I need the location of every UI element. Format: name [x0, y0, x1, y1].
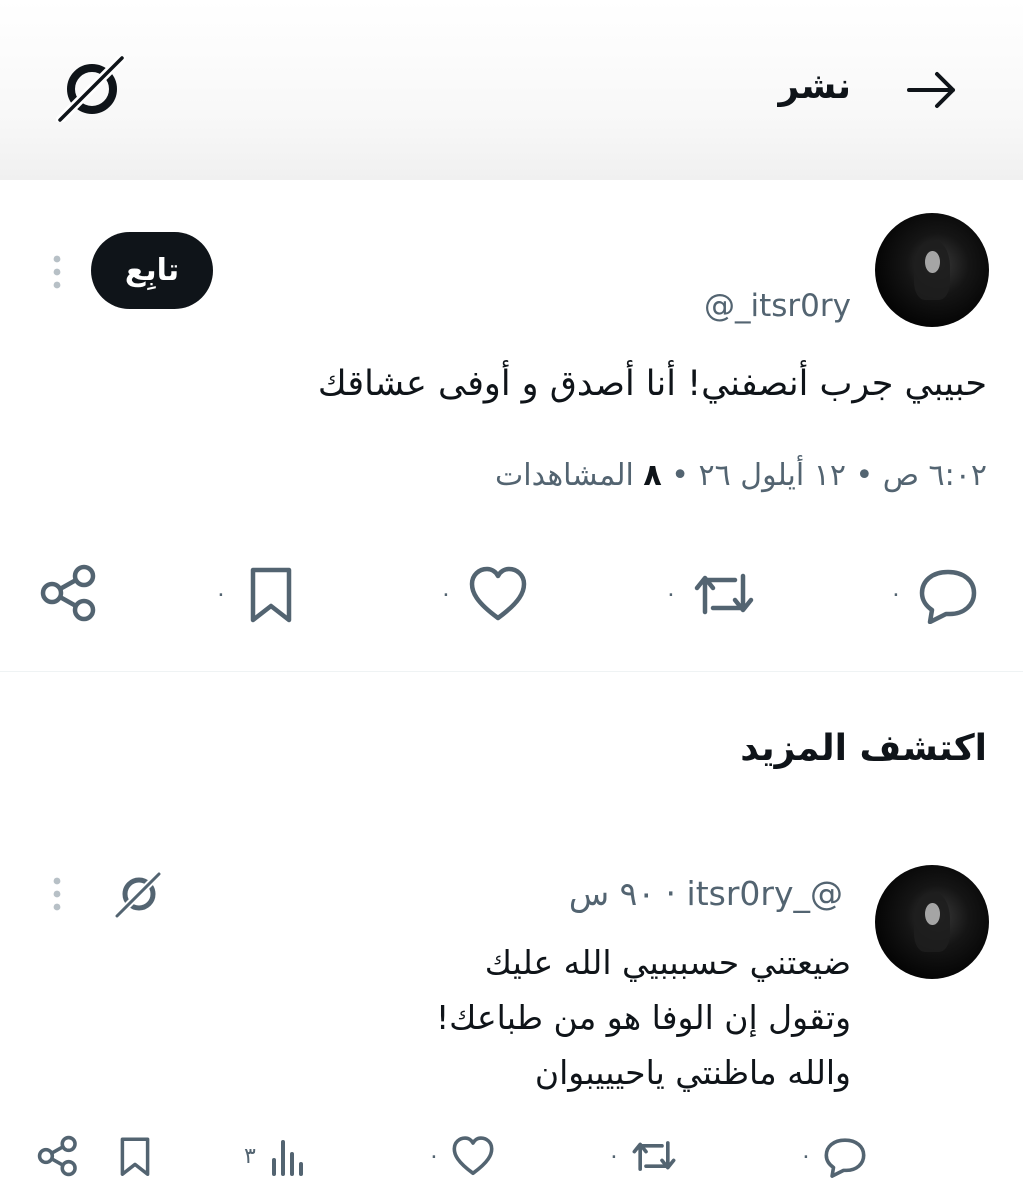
more-options-icon[interactable] — [50, 876, 64, 912]
share-action[interactable] — [38, 562, 100, 624]
post-actions: ٠ ٠ ٠ ٠ — [0, 560, 1023, 630]
repost-action[interactable]: ٠ — [665, 564, 757, 624]
author-handle[interactable]: @_itsr0ry — [704, 288, 851, 324]
reply-actions: ٠ ٠ ٠ ٣ — [0, 1128, 1023, 1188]
reply-icon — [919, 569, 977, 624]
bookmark-action[interactable]: ٠ — [215, 564, 301, 624]
share-action[interactable] — [36, 1134, 80, 1178]
like-action[interactable]: ٠ — [428, 1134, 496, 1178]
grok-icon[interactable] — [56, 56, 126, 122]
reply-text: ضيعتني حسبببيي الله عليك وتقول إن الوفا … — [151, 935, 851, 1100]
like-count: ٠ — [428, 1143, 440, 1169]
reply-line: والله ماظنتي ياحيييبوان — [534, 1053, 851, 1092]
avatar-face — [925, 902, 940, 926]
views-count: ٣ — [244, 1143, 256, 1169]
grok-icon[interactable] — [113, 870, 163, 918]
like-count: ٠ — [440, 581, 452, 607]
more-options-icon[interactable] — [50, 254, 64, 290]
divider — [0, 671, 1023, 672]
page-title: نشر — [778, 66, 851, 107]
follow-button[interactable]: تابِع — [91, 232, 213, 309]
avatar[interactable] — [875, 865, 989, 979]
reply-count: ٠ — [890, 581, 902, 607]
views-count: ٨ — [643, 458, 662, 493]
repost-action[interactable]: ٠ — [608, 1134, 678, 1178]
bookmark-action[interactable] — [114, 1134, 156, 1178]
reply-action[interactable]: ٠ — [800, 1134, 868, 1178]
like-action[interactable]: ٠ — [440, 564, 530, 624]
bookmark-count: ٠ — [215, 581, 227, 607]
bookmark-icon — [120, 1137, 150, 1176]
reply-line: وتقول إن الوفا هو من طباعك! — [435, 998, 851, 1037]
reply-handle-line[interactable]: @_itsr0ry · ٩٠ س — [569, 874, 843, 913]
heart-icon — [452, 1136, 494, 1176]
discover-more-heading: اكتشف المزيد — [740, 728, 987, 769]
reply-icon — [824, 1138, 866, 1178]
reply-count: ٠ — [800, 1143, 812, 1169]
reply-line: ضيعتني حسبببيي الله عليك — [484, 943, 851, 982]
views-label: المشاهدات — [495, 458, 634, 493]
repost-count: ٠ — [665, 581, 677, 607]
share-icon — [37, 1135, 77, 1177]
post-meta: ٦:٠٢ ص • ١٢ أيلول ٢٦ • ٨ المشاهدات — [87, 458, 987, 493]
arrow-right-icon[interactable] — [905, 70, 959, 110]
repost-icon — [632, 1141, 676, 1171]
views-icon — [271, 1140, 303, 1176]
post-timestamp: ٦:٠٢ ص • ١٢ أيلول ٢٦ • — [671, 458, 987, 493]
avatar[interactable] — [875, 213, 989, 327]
share-icon — [40, 564, 96, 622]
reply-action[interactable]: ٠ — [890, 564, 980, 624]
top-bar: نشر — [0, 0, 1023, 180]
heart-icon — [469, 566, 527, 621]
repost-icon — [694, 573, 754, 615]
bookmark-icon — [250, 567, 292, 623]
views-action[interactable]: ٣ — [244, 1134, 310, 1178]
post-text: حبيبي جرب أنصفني! أنا أصدق و أوفى عشاقك — [317, 364, 987, 404]
repost-count: ٠ — [608, 1143, 620, 1169]
avatar-face — [925, 250, 940, 274]
